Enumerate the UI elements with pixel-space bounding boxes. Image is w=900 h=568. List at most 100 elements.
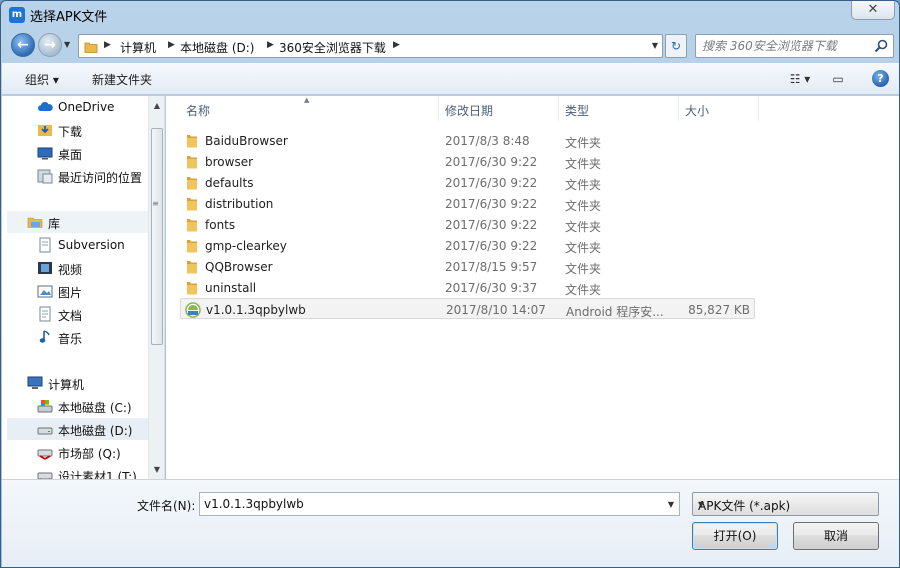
- file-row[interactable]: gmp-clearkey 2017/6/30 9:22 文件夹: [180, 235, 755, 256]
- sidebar-item-videos[interactable]: 视频: [2, 257, 148, 279]
- sidebar-item-desktop[interactable]: 桌面: [2, 142, 148, 164]
- address-bar-row: ← → ▼ ▶ 计算机 ▶ 本地磁盘 (D:) ▶ 360安全浏览器下载 ▶ ▼…: [1, 31, 899, 61]
- filename-input[interactable]: [204, 496, 654, 512]
- file-row[interactable]: v1.0.1.3qpbylwb 2017/8/10 14:07 Android 程序…: [180, 298, 755, 319]
- column-date-label: 修改日期: [445, 104, 494, 118]
- recent-pages-dropdown[interactable]: ▼: [64, 40, 70, 49]
- sidebar-item-label: 视频: [58, 263, 83, 277]
- breadcrumb-download-folder[interactable]: 360安全浏览器下载: [279, 39, 386, 56]
- drive-icon: [37, 427, 53, 435]
- search-icon[interactable]: [874, 39, 888, 53]
- sidebar-item-documents[interactable]: 文档: [2, 303, 148, 325]
- file-list: 名称 ▲ 修改日期 类型 大小 BaiduBrowser 2017/8/3 8:4…: [166, 96, 899, 479]
- sidebar-item-pictures[interactable]: 图片: [2, 280, 148, 302]
- file-type: 文件夹: [565, 178, 602, 192]
- file-date: 2017/6/30 9:22: [445, 176, 538, 190]
- file-date: 2017/8/15 9:57: [445, 260, 538, 274]
- file-row[interactable]: browser 2017/6/30 9:22 文件夹: [180, 151, 755, 172]
- file-name: fonts: [205, 218, 236, 232]
- sidebar-item-drive-d[interactable]: 本地磁盘 (D:): [7, 418, 148, 440]
- network-drive-icon: [37, 472, 53, 479]
- file-row[interactable]: BaiduBrowser 2017/8/3 8:48 文件夹: [180, 130, 755, 151]
- cancel-button[interactable]: 取消: [793, 522, 879, 550]
- column-header-name[interactable]: 名称 ▲: [180, 96, 439, 121]
- sidebar-item-label: 本地磁盘 (C:): [58, 401, 132, 415]
- filename-combobox[interactable]: ▼: [199, 492, 680, 516]
- file-date: 2017/6/30 9:22: [445, 239, 538, 253]
- file-open-dialog: m 选择APK文件 ✕ ← → ▼ ▶ 计算机 ▶ 本地磁盘 (D:) ▶ 36…: [0, 0, 900, 568]
- file-date: 2017/6/30 9:22: [445, 197, 538, 211]
- breadcrumb-drive-d[interactable]: 本地磁盘 (D:): [180, 39, 254, 56]
- file-name: uninstall: [205, 281, 257, 295]
- search-box[interactable]: [695, 34, 894, 58]
- folder-icon: [184, 259, 200, 278]
- chevron-right-icon[interactable]: ▶: [267, 40, 274, 50]
- search-input[interactable]: [702, 38, 867, 54]
- file-type-filter-select[interactable]: APK文件 (*.apk) ▼: [692, 492, 879, 516]
- scrollbar-thumb[interactable]: [151, 128, 163, 345]
- folder-icon: [184, 154, 200, 173]
- sidebar-item-label: 本地磁盘 (D:): [58, 424, 133, 438]
- sidebar-item-onedrive[interactable]: OneDrive: [2, 96, 148, 118]
- scroll-up-arrow[interactable]: ▲: [149, 98, 164, 114]
- chevron-right-icon[interactable]: ▶: [104, 40, 111, 50]
- sidebar-item-computer[interactable]: 计算机: [2, 372, 148, 394]
- command-toolbar: 组织 ▾ 新建文件夹 ☷ ▾ ▭ ?: [2, 63, 899, 95]
- file-row[interactable]: fonts 2017/6/30 9:22 文件夹: [180, 214, 755, 235]
- organize-menu[interactable]: 组织 ▾: [25, 71, 59, 88]
- file-name: distribution: [205, 197, 274, 211]
- dialog-footer: 文件名(N): ▼ APK文件 (*.apk) ▼ 打开(O) 取消: [2, 479, 899, 567]
- address-dropdown-icon[interactable]: ▼: [652, 41, 658, 50]
- help-icon[interactable]: ?: [872, 70, 889, 87]
- nav-pane-scrollbar[interactable]: ▲ ≡ ▼: [148, 96, 164, 479]
- file-type: 文件夹: [565, 241, 602, 255]
- apk-icon: [185, 302, 201, 321]
- library-icon: [27, 217, 43, 228]
- file-type: 文件夹: [565, 262, 602, 276]
- file-row[interactable]: QQBrowser 2017/8/15 9:57 文件夹: [180, 256, 755, 277]
- file-name: gmp-clearkey: [205, 239, 287, 253]
- chevron-right-icon[interactable]: ▶: [168, 40, 175, 50]
- address-bar[interactable]: ▶ 计算机 ▶ 本地磁盘 (D:) ▶ 360安全浏览器下载 ▶ ▼: [78, 34, 663, 58]
- desktop-icon: [37, 147, 53, 160]
- file-date: 2017/8/10 14:07: [446, 303, 546, 317]
- new-folder-button[interactable]: 新建文件夹: [92, 71, 152, 88]
- sidebar-item-libraries[interactable]: 库: [7, 211, 148, 233]
- breadcrumb-computer[interactable]: 计算机: [120, 39, 156, 56]
- app-icon: m: [9, 7, 25, 23]
- scroll-down-arrow[interactable]: ▼: [149, 462, 164, 478]
- sidebar-item-subversion[interactable]: Subversion: [2, 234, 148, 256]
- folder-icon: [184, 238, 200, 257]
- chevron-down-icon: ▼: [698, 500, 705, 509]
- sidebar-item-drive-c[interactable]: 本地磁盘 (C:): [2, 395, 148, 417]
- forward-button[interactable]: →: [38, 33, 62, 57]
- document-library-icon: [39, 237, 51, 253]
- folder-icon: [184, 133, 200, 152]
- computer-icon: [27, 376, 43, 389]
- sidebar-item-recent-places[interactable]: 最近访问的位置: [2, 165, 148, 187]
- file-name: BaiduBrowser: [205, 134, 288, 148]
- preview-pane-icon[interactable]: ▭: [826, 68, 850, 90]
- folder-icon: [184, 175, 200, 194]
- chevron-right-icon[interactable]: ▶: [393, 40, 400, 50]
- sidebar-item-downloads[interactable]: 下载: [2, 119, 148, 141]
- column-header-type[interactable]: 类型: [559, 96, 679, 121]
- sidebar-item-drive-q[interactable]: 市场部 (Q:): [2, 441, 148, 463]
- file-row[interactable]: uninstall 2017/6/30 9:37 文件夹: [180, 277, 755, 298]
- close-button[interactable]: ✕: [851, 1, 895, 20]
- column-header-date[interactable]: 修改日期: [439, 96, 559, 121]
- open-button[interactable]: 打开(O): [692, 522, 778, 550]
- sidebar-item-music[interactable]: 音乐: [2, 326, 148, 348]
- back-button[interactable]: ←: [11, 33, 35, 57]
- sidebar-item-label: 市场部 (Q:): [58, 447, 121, 461]
- column-header-size[interactable]: 大小: [679, 96, 759, 121]
- sidebar-item-label: 计算机: [48, 378, 85, 392]
- sidebar-item-drive-t[interactable]: 设计素材1 (T:): [2, 464, 148, 479]
- chevron-down-icon[interactable]: ▼: [668, 500, 674, 509]
- file-row[interactable]: distribution 2017/6/30 9:22 文件夹: [180, 193, 755, 214]
- refresh-button[interactable]: ↻: [665, 34, 687, 58]
- view-options-icon[interactable]: ☷ ▾: [780, 68, 820, 90]
- file-row[interactable]: defaults 2017/6/30 9:22 文件夹: [180, 172, 755, 193]
- sidebar-item-label: 下载: [58, 125, 83, 139]
- navigation-pane: OneDrive 下载 桌面 最近访问的位置 库 Subversion 视频 图…: [2, 96, 165, 479]
